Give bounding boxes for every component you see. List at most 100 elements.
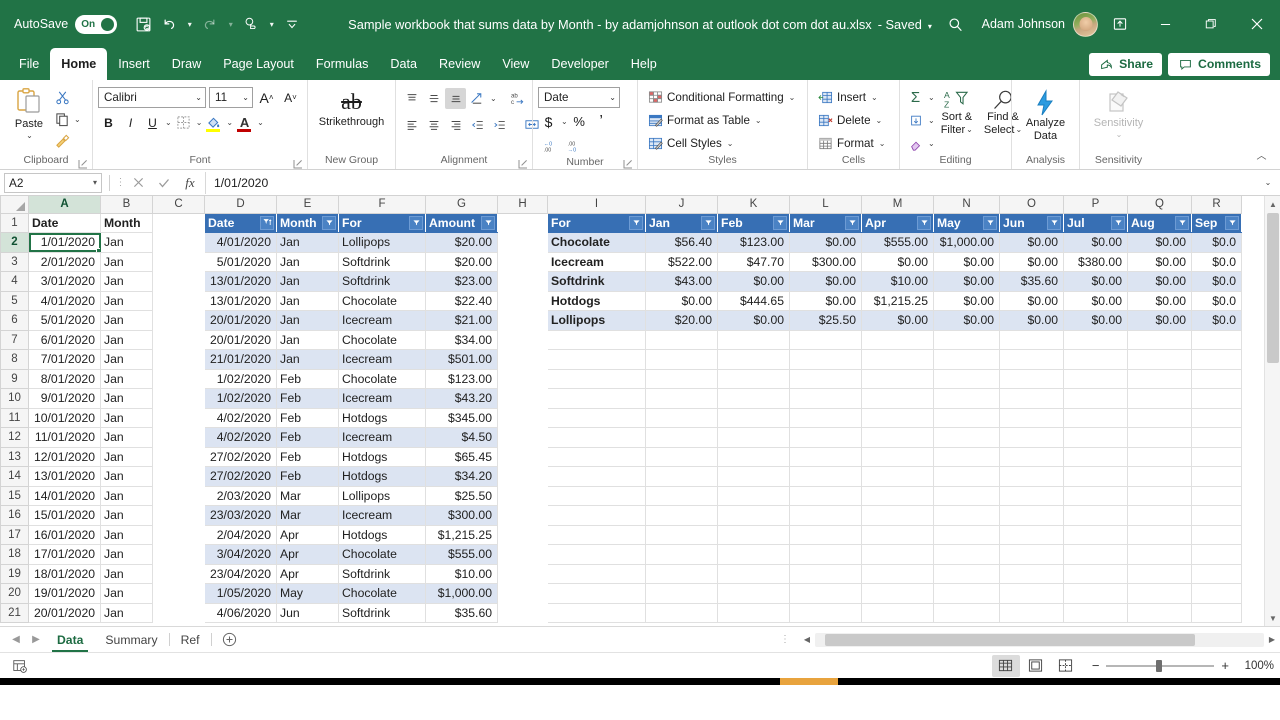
column-header-h[interactable]: H <box>497 196 548 214</box>
summary-cell-j3[interactable]: $522.00 <box>645 252 718 272</box>
cell-n13[interactable] <box>933 447 1000 467</box>
paste-button[interactable]: Paste ⌄ <box>8 85 50 142</box>
cell-i16[interactable] <box>547 505 646 526</box>
filter-button-summary-aug[interactable] <box>1175 215 1189 230</box>
cell-j19[interactable] <box>645 564 718 584</box>
cell-h5[interactable] <box>497 291 548 311</box>
page-break-preview-button[interactable] <box>1052 655 1080 677</box>
cell-p11[interactable] <box>1063 408 1128 428</box>
row-header-3[interactable]: 3 <box>0 251 29 272</box>
column-header-a[interactable]: A <box>28 196 101 214</box>
row-header-9[interactable]: 9 <box>0 368 29 389</box>
cell-f12[interactable]: Icecream <box>338 427 426 448</box>
minimize-button[interactable] <box>1142 0 1188 48</box>
summary-cell-r3[interactable]: $0.0 <box>1191 252 1242 272</box>
cell-f10[interactable]: Icecream <box>338 388 426 409</box>
fill-color-dropdown-icon[interactable]: ⌄ <box>226 118 233 127</box>
cell-r9[interactable] <box>1191 369 1242 389</box>
cell-e8[interactable]: Jan <box>276 349 339 370</box>
cell-r20[interactable] <box>1191 583 1242 604</box>
filter-button-summary-jan[interactable] <box>701 215 715 230</box>
name-box[interactable]: A2 ▾ <box>4 172 102 193</box>
cell-k16[interactable] <box>717 505 790 526</box>
cell-j18[interactable] <box>645 544 718 565</box>
decrease-font-size-button[interactable]: A ˅ <box>280 87 301 108</box>
column-header-p[interactable]: P <box>1063 196 1128 214</box>
cell-l8[interactable] <box>789 349 862 370</box>
format-cells-button[interactable]: Format ⌄ <box>813 132 889 154</box>
cell-g15[interactable]: $25.50 <box>425 486 498 506</box>
cell-c18[interactable] <box>152 544 205 564</box>
cell-l15[interactable] <box>789 486 862 506</box>
cell-o13[interactable] <box>999 447 1064 467</box>
summary-cell-o5[interactable]: $0.00 <box>999 291 1064 311</box>
filter-button-amount[interactable] <box>481 215 495 230</box>
cell-f13[interactable]: Hotdogs <box>338 447 426 467</box>
select-all-corner[interactable] <box>0 196 29 214</box>
summary-cell-n6[interactable]: $0.00 <box>933 310 1000 331</box>
scroll-right-icon[interactable]: ▶ <box>1264 632 1280 648</box>
cell-q13[interactable] <box>1127 447 1192 467</box>
summary-cell-i4[interactable]: Softdrink <box>547 271 646 292</box>
summary-cell-j4[interactable]: $43.00 <box>645 271 718 292</box>
zoom-in-button[interactable]: + <box>1221 658 1229 673</box>
clipboard-dialog-launcher[interactable] <box>78 158 88 169</box>
cell-q8[interactable] <box>1127 349 1192 370</box>
cell-b5[interactable]: Jan <box>100 291 153 311</box>
cell-g16[interactable]: $300.00 <box>425 505 498 526</box>
cell-n16[interactable] <box>933 505 1000 526</box>
column-header-f[interactable]: F <box>338 196 426 214</box>
autosave-control[interactable]: AutoSave On <box>14 14 118 34</box>
row-header-4[interactable]: 4 <box>0 271 29 292</box>
cancel-entry-icon[interactable] <box>125 172 151 194</box>
cell-n7[interactable] <box>933 330 1000 350</box>
cell-p19[interactable] <box>1063 564 1128 584</box>
cell-n15[interactable] <box>933 486 1000 506</box>
cell-f18[interactable]: Chocolate <box>338 544 426 565</box>
cell-n18[interactable] <box>933 544 1000 565</box>
alignment-dialog-launcher[interactable] <box>518 158 528 169</box>
cell-l11[interactable] <box>789 408 862 428</box>
summary-cell-n2[interactable]: $1,000.00 <box>933 232 1000 253</box>
strikethrough-button[interactable]: ab Strikethrough <box>314 89 389 131</box>
cell-j10[interactable] <box>645 388 718 409</box>
search-icon[interactable] <box>934 0 978 48</box>
cell-a9[interactable]: 8/01/2020 <box>28 369 101 389</box>
cell-l17[interactable] <box>789 525 862 545</box>
sheet-tab-summary[interactable]: Summary <box>94 627 168 653</box>
cell-h3[interactable] <box>497 252 548 272</box>
row-header-21[interactable]: 21 <box>0 602 29 623</box>
clear-button[interactable] <box>905 133 926 154</box>
cell-j8[interactable] <box>645 349 718 370</box>
cell-c8[interactable] <box>152 349 205 369</box>
cell-b21[interactable]: Jan <box>100 603 153 623</box>
cell-i7[interactable] <box>547 330 646 350</box>
cell-q15[interactable] <box>1127 486 1192 506</box>
cell-c2[interactable] <box>152 232 205 252</box>
filter-button-summary-sep[interactable] <box>1225 215 1239 230</box>
cell-b9[interactable]: Jan <box>100 369 153 389</box>
cell-c7[interactable] <box>152 330 205 350</box>
cell-o19[interactable] <box>999 564 1064 584</box>
cell-b3[interactable]: Jan <box>100 252 153 272</box>
cell-p17[interactable] <box>1063 525 1128 545</box>
cell-b15[interactable]: Jan <box>100 486 153 506</box>
summary-header-mar[interactable]: Mar <box>789 213 862 233</box>
filter-button-summary-jun[interactable] <box>1047 215 1061 230</box>
next-sheet-icon[interactable]: ▶ <box>26 629 46 651</box>
cell-m14[interactable] <box>861 466 934 487</box>
scroll-down-icon[interactable]: ▼ <box>1265 610 1280 626</box>
user-name[interactable]: Adam Johnson <box>982 17 1065 31</box>
clear-dropdown-icon[interactable]: ⌄ <box>928 139 935 148</box>
zoom-out-button[interactable]: − <box>1092 658 1100 673</box>
filter-button-summary-feb[interactable] <box>773 215 787 230</box>
summary-cell-n4[interactable]: $0.00 <box>933 271 1000 292</box>
cell-a18[interactable]: 17/01/2020 <box>28 544 101 565</box>
cell-h9[interactable] <box>497 369 548 389</box>
summary-cell-l4[interactable]: $0.00 <box>789 271 862 292</box>
cell-p16[interactable] <box>1063 505 1128 526</box>
summary-cell-k3[interactable]: $47.70 <box>717 252 790 272</box>
cell-c13[interactable] <box>152 447 205 467</box>
row-header-1[interactable]: 1 <box>0 212 29 233</box>
cell-a11[interactable]: 10/01/2020 <box>28 408 101 428</box>
